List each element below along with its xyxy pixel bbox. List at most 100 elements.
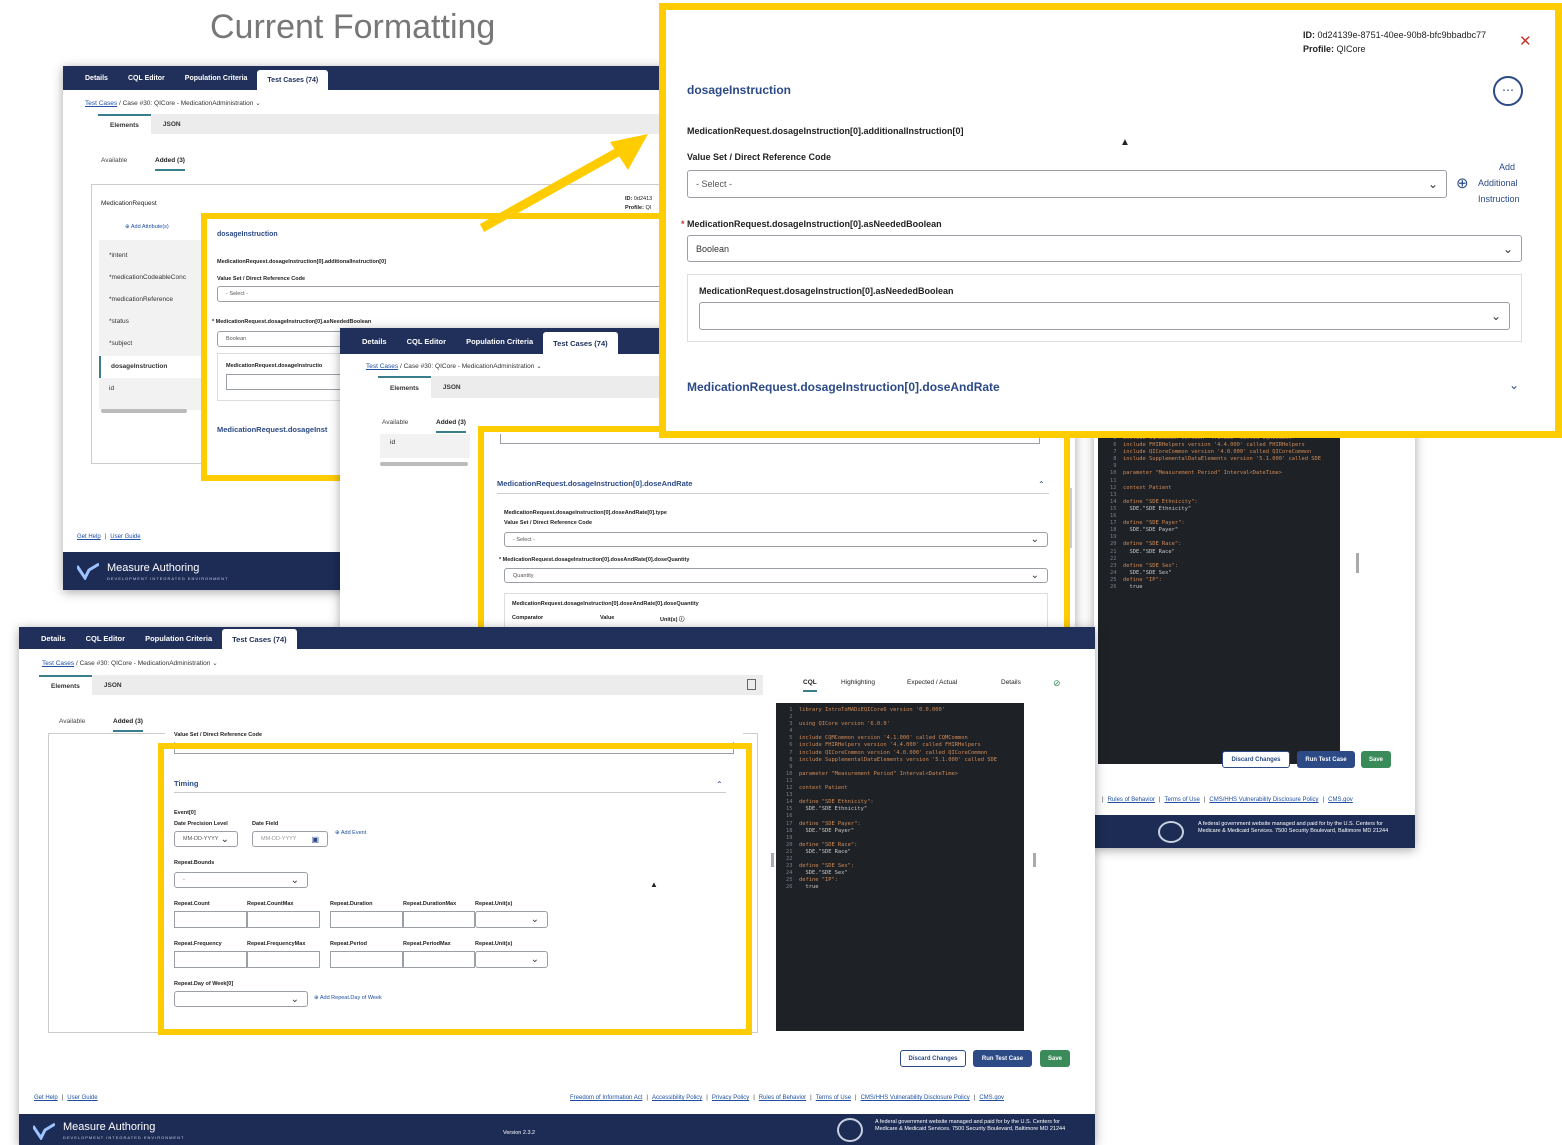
discard-changes-button-right[interactable]: Discard Changes xyxy=(1222,751,1290,768)
scroll-track-right[interactable] xyxy=(1356,553,1359,573)
zoom-vs-select[interactable]: - Select - ⌄ xyxy=(687,170,1447,198)
cms-gov-link[interactable]: CMS.gov xyxy=(1328,797,1353,803)
attribute-status[interactable]: *status xyxy=(109,318,129,325)
avail-tab-available[interactable]: Available xyxy=(101,157,127,164)
tab-details-3[interactable]: Details xyxy=(31,627,76,649)
terms-link[interactable]: Terms of Use xyxy=(816,1095,851,1101)
rules-link[interactable]: Rules of Behavior xyxy=(759,1095,806,1101)
rules-of-behavior-link[interactable]: Rules of Behavior xyxy=(1108,797,1155,803)
foia-link[interactable]: Freedom of Information Act xyxy=(570,1095,642,1101)
save-button[interactable]: Save xyxy=(1040,1050,1070,1067)
zoom-dose-and-rate-header[interactable]: MedicationRequest.dosageInstruction[0].d… xyxy=(687,380,1000,394)
breadcrumb-test-cases-2[interactable]: Test Cases xyxy=(366,363,398,370)
zoom-path-as-needed: * MedicationRequest.dosageInstruction[0]… xyxy=(681,219,942,229)
elements-json-tabs-2: Elements JSON xyxy=(378,376,678,398)
close-icon[interactable]: ✕ xyxy=(1519,32,1532,50)
document-icon[interactable] xyxy=(747,679,756,690)
attribute-id[interactable]: id xyxy=(109,385,114,392)
cql-code-editor: 1 library IntroToMADiEQICore6 version '0… xyxy=(776,703,1024,1031)
scroll-track-cql[interactable] xyxy=(1033,853,1036,867)
chevron-down-icon[interactable]: ⌄ xyxy=(1509,378,1519,392)
avail-tab-added[interactable]: Added (3) xyxy=(155,157,185,171)
tab-population-criteria[interactable]: Population Criteria xyxy=(175,66,258,90)
tab-population-criteria-2[interactable]: Population Criteria xyxy=(456,328,543,354)
breadcrumb: Test Cases / Case #30: QICore - Medicati… xyxy=(85,99,261,107)
avail-tab-added-3[interactable]: Added (3) xyxy=(113,718,143,732)
vulnerability-policy-link[interactable]: CMS/HHS Vulnerability Disclosure Policy xyxy=(1209,797,1318,803)
breadcrumb-test-cases[interactable]: Test Cases xyxy=(85,100,117,107)
run-test-case-button-right[interactable]: Run Test Case xyxy=(1297,751,1355,768)
chevron-down-icon[interactable]: ⌄ xyxy=(536,363,541,370)
resource-name: MedicationRequest xyxy=(101,200,157,207)
attribute-medication-reference[interactable]: *medicationReference xyxy=(109,296,173,303)
run-test-case-button[interactable]: Run Test Case xyxy=(973,1050,1032,1067)
tab-test-cases-2[interactable]: Test Cases (74) xyxy=(543,332,618,354)
privacy-link[interactable]: Privacy Policy xyxy=(712,1095,749,1101)
breadcrumb-current-2: Case #30: QICore - MedicationAdministrat… xyxy=(403,363,535,370)
tab-cql-editor[interactable]: CQL Editor xyxy=(118,66,175,90)
tab-json-2[interactable]: JSON xyxy=(431,376,473,398)
tab-elements[interactable]: Elements xyxy=(98,114,151,134)
save-button-right[interactable]: Save xyxy=(1361,751,1391,768)
tab-json[interactable]: JSON xyxy=(151,114,193,134)
code-line: 26 true xyxy=(786,884,819,891)
add-attributes-button[interactable]: ⊕ Add Attribute(s) xyxy=(125,224,169,230)
scroll-track-3[interactable] xyxy=(771,853,774,867)
chevron-down-icon[interactable]: ⌄ xyxy=(212,660,217,667)
attribute-subject[interactable]: *subject xyxy=(109,340,132,347)
get-help-link[interactable]: Get Help xyxy=(77,534,101,540)
code-line: 7 include QICoreCommon version '4.0.000'… xyxy=(1110,449,1312,456)
user-guide-link-3[interactable]: User Guide xyxy=(67,1095,97,1101)
scrollbar-2[interactable] xyxy=(380,462,468,466)
attribute-medication-codeable-concept[interactable]: *medicationCodeableConc xyxy=(109,274,186,281)
avail-tab-added-2[interactable]: Added (3) xyxy=(436,419,466,433)
terms-of-use-link[interactable]: Terms of Use xyxy=(1164,797,1199,803)
avail-tab-available-3[interactable]: Available xyxy=(59,718,85,725)
zoom-as-needed-value-select[interactable]: ⌄ xyxy=(699,302,1510,330)
vulnerability-link[interactable]: CMS/HHS Vulnerability Disclosure Policy xyxy=(861,1095,970,1101)
tab-details-cql[interactable]: Details xyxy=(1001,679,1021,686)
attribute-dosage-instruction[interactable]: dosageInstruction xyxy=(99,356,209,378)
code-line: 13 xyxy=(786,792,799,799)
mat-logo-icon xyxy=(31,1122,56,1141)
attribute-intent[interactable]: *intent xyxy=(109,252,127,259)
tab-details[interactable]: Details xyxy=(75,66,118,90)
tab-highlighting[interactable]: Highlighting xyxy=(841,679,875,686)
discard-changes-button[interactable]: Discard Changes xyxy=(900,1050,966,1067)
code-line: 4 xyxy=(786,728,799,735)
tab-population-criteria-3[interactable]: Population Criteria xyxy=(135,627,222,649)
plus-circle-icon: ⊕ xyxy=(1456,175,1469,192)
tab-details-2[interactable]: Details xyxy=(352,328,397,354)
code-line: 6 include FHIRHelpers version '4.4.000' … xyxy=(786,742,981,749)
add-instruction-button[interactable]: ⊕ Add Additional Instruction xyxy=(1456,160,1526,210)
horizontal-scrollbar[interactable] xyxy=(101,409,187,413)
tab-expected-actual[interactable]: Expected / Actual xyxy=(907,679,957,686)
tab-cql-editor-3[interactable]: CQL Editor xyxy=(76,627,135,649)
chevron-down-icon[interactable]: ⌄ xyxy=(255,100,260,107)
attribute-id-item[interactable]: id xyxy=(380,434,470,458)
tab-cql-editor-2[interactable]: CQL Editor xyxy=(397,328,456,354)
cms-link[interactable]: CMS.gov xyxy=(979,1095,1004,1101)
zoom-panel: ID: 0d24139e-8751-40ee-90b8-bfc9bbadbc77… xyxy=(659,3,1562,438)
get-help-link-3[interactable]: Get Help xyxy=(34,1095,58,1101)
tab-test-cases[interactable]: Test Cases (74) xyxy=(257,70,329,90)
add-instruction-line-1: Add xyxy=(1499,162,1516,172)
tab-elements-2[interactable]: Elements xyxy=(378,376,431,398)
tab-elements-3[interactable]: Elements xyxy=(39,675,92,695)
code-line: 9 xyxy=(786,763,799,770)
tab-test-cases-3[interactable]: Test Cases (74) xyxy=(222,629,297,649)
more-options-icon[interactable]: ⋯ xyxy=(1493,76,1523,106)
code-line: 17 define "SDE Payer": xyxy=(786,820,861,827)
tab-json-3[interactable]: JSON xyxy=(92,675,134,695)
gov-text-right: A federal government website managed and… xyxy=(1198,821,1389,834)
code-line: 19 xyxy=(786,834,799,841)
code-line: 20 define "SDE Race": xyxy=(1110,541,1182,548)
elements-json-tabs-3: Elements JSON xyxy=(39,675,763,695)
zoom-as-needed-type-select[interactable]: Boolean ⌄ xyxy=(687,235,1522,262)
user-guide-link[interactable]: User Guide xyxy=(110,534,140,540)
code-line: 18 SDE."SDE Payer" xyxy=(1110,527,1179,534)
accessibility-link[interactable]: Accessibility Policy xyxy=(652,1095,702,1101)
avail-tab-available-2[interactable]: Available xyxy=(382,419,408,426)
breadcrumb-test-cases-3[interactable]: Test Cases xyxy=(42,660,74,667)
tab-cql[interactable]: CQL xyxy=(803,679,817,692)
